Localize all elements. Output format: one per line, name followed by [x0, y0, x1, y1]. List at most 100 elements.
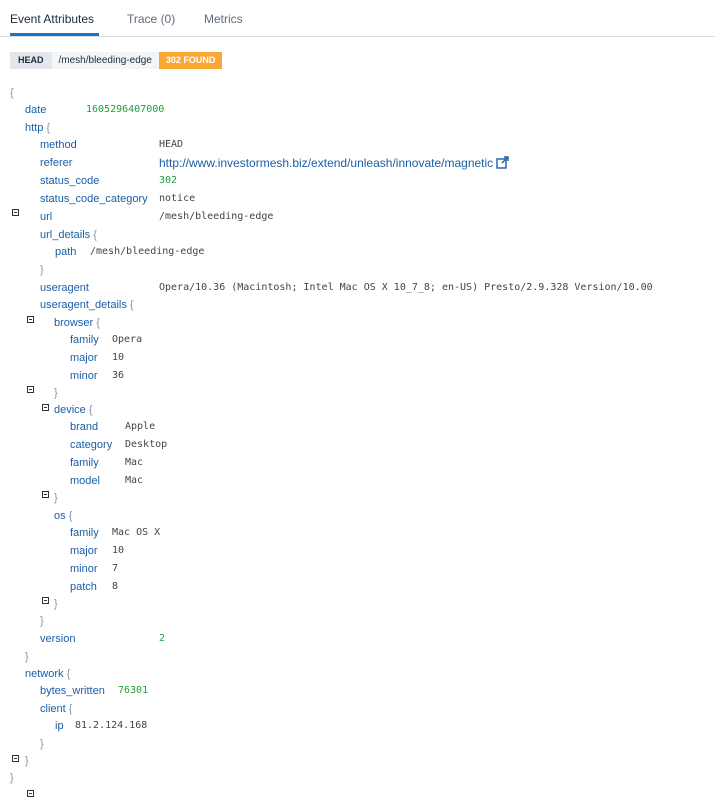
attr-value: /mesh/bleeding-edge [90, 246, 205, 257]
attr-key: url [40, 211, 53, 223]
attr-http-useragent: useragent Opera/10.36 (Macintosh; Intel … [40, 280, 653, 296]
open-brace: { [46, 122, 51, 134]
attr-browser-major: major 10 [70, 350, 124, 366]
attr-key: network [25, 668, 64, 680]
attr-value: 10 [112, 352, 125, 363]
open-brace: { [68, 703, 73, 715]
attr-key: patch [70, 581, 97, 593]
attr-key: path [55, 246, 77, 258]
close-brace: } [40, 738, 44, 750]
attr-key: date [25, 104, 47, 116]
attr-value: Mac OS X [112, 527, 161, 538]
attr-device: device { [54, 402, 93, 418]
attr-key: major [70, 545, 98, 557]
attr-http-url: url /mesh/bleeding-edge [40, 209, 273, 225]
close-brace: } [54, 598, 58, 610]
attr-device-brand: brand Apple [70, 419, 155, 435]
attr-browser-family: family Opera [70, 332, 142, 348]
attr-http-status-code: status_code 302 [40, 173, 177, 189]
attr-key: useragent [40, 282, 89, 294]
root-close-brace: } [10, 772, 14, 784]
attr-device-category: category Desktop [70, 437, 167, 453]
attr-value: HEAD [159, 139, 184, 150]
attr-key: minor [70, 370, 98, 382]
attr-key: url_details [40, 229, 91, 241]
collapse-network-icon[interactable] [12, 755, 19, 762]
attr-key: version [40, 633, 76, 645]
close-brace: } [54, 387, 58, 399]
open-brace: { [88, 404, 93, 416]
open-brace: { [66, 668, 71, 680]
attr-value: 10 [112, 545, 125, 556]
attr-key: status_code_category [40, 193, 148, 205]
open-brace: { [96, 317, 100, 329]
attr-value: Desktop [125, 439, 168, 450]
referer-link[interactable]: http://www.investormesh.biz/extend/unlea… [159, 156, 493, 170]
attr-os-family: family Mac OS X [70, 525, 160, 541]
active-tab-indicator [10, 33, 99, 36]
attr-value: Mac [125, 475, 144, 486]
attr-key: major [70, 352, 98, 364]
request-summary: HEAD /mesh/bleeding-edge 302 FOUND [10, 52, 223, 69]
request-path: /mesh/bleeding-edge [51, 52, 159, 69]
attr-key: status_code [40, 175, 100, 187]
attr-key: http [25, 122, 44, 134]
attr-os-minor: minor 7 [70, 561, 118, 577]
collapse-http-icon[interactable] [12, 209, 19, 216]
attr-url-details-path: path /mesh/bleeding-edge [55, 244, 204, 260]
attr-key: browser [54, 317, 94, 329]
tab-trace[interactable]: Trace (0) [127, 12, 175, 26]
collapse-client-icon[interactable] [27, 790, 34, 797]
attr-key: os [54, 510, 66, 522]
attr-browser: browser { [54, 315, 100, 331]
attr-value: Opera/10.36 (Macintosh; Intel Mac OS X 1… [159, 282, 653, 293]
close-brace: } [40, 615, 44, 627]
open-brace: { [93, 229, 97, 241]
attr-value: notice [159, 193, 196, 204]
attr-client-ip: ip 81.2.124.168 [55, 718, 147, 734]
close-brace: } [25, 651, 29, 663]
attr-key: family [70, 527, 99, 539]
collapse-browser-icon[interactable] [42, 404, 49, 411]
attr-value: Opera [112, 334, 143, 345]
attr-value: 7 [112, 563, 119, 574]
attr-http-version: version 2 [40, 631, 165, 647]
attr-key: referer [40, 157, 73, 169]
collapse-useragent-details-icon[interactable] [27, 386, 34, 393]
attr-value: 8 [112, 581, 119, 592]
attr-value: 76301 [118, 685, 149, 696]
attr-key: ip [55, 720, 64, 732]
attr-key: device [54, 404, 86, 416]
attr-http-method: method HEAD [40, 137, 183, 153]
attr-key: client [40, 703, 66, 715]
attr-client: client { [40, 701, 72, 717]
tab-event-attributes[interactable]: Event Attributes [10, 12, 94, 26]
attr-value: 1605296407000 [86, 104, 165, 115]
root-open-brace: { [10, 87, 14, 99]
close-brace: } [25, 755, 29, 767]
collapse-url-details-icon[interactable] [27, 316, 34, 323]
status-badge: 302 FOUND [158, 52, 223, 69]
attr-value: Mac [125, 457, 144, 468]
attr-value: /mesh/bleeding-edge [159, 211, 274, 222]
attr-url-details: url_details { [40, 227, 97, 243]
attr-device-model: model Mac [70, 473, 143, 489]
attr-useragent-details: useragent_details { [40, 297, 134, 313]
attr-key: brand [70, 421, 99, 433]
attr-value: 2 [159, 633, 166, 644]
close-brace: } [54, 492, 58, 504]
attr-value: 302 [159, 175, 178, 186]
open-brace: { [68, 510, 73, 522]
attr-http: http { [25, 120, 50, 136]
attr-os-patch: patch 8 [70, 579, 118, 595]
attr-device-family: family Mac [70, 455, 143, 471]
attr-key: category [70, 439, 113, 451]
external-link-icon[interactable] [496, 156, 509, 169]
tab-metrics[interactable]: Metrics [204, 12, 243, 26]
collapse-os-icon[interactable] [42, 597, 49, 604]
attr-browser-minor: minor 36 [70, 368, 124, 384]
collapse-device-icon[interactable] [42, 491, 49, 498]
attr-key: bytes_written [40, 685, 105, 697]
attr-key: method [40, 139, 77, 151]
attr-value: Apple [125, 421, 156, 432]
